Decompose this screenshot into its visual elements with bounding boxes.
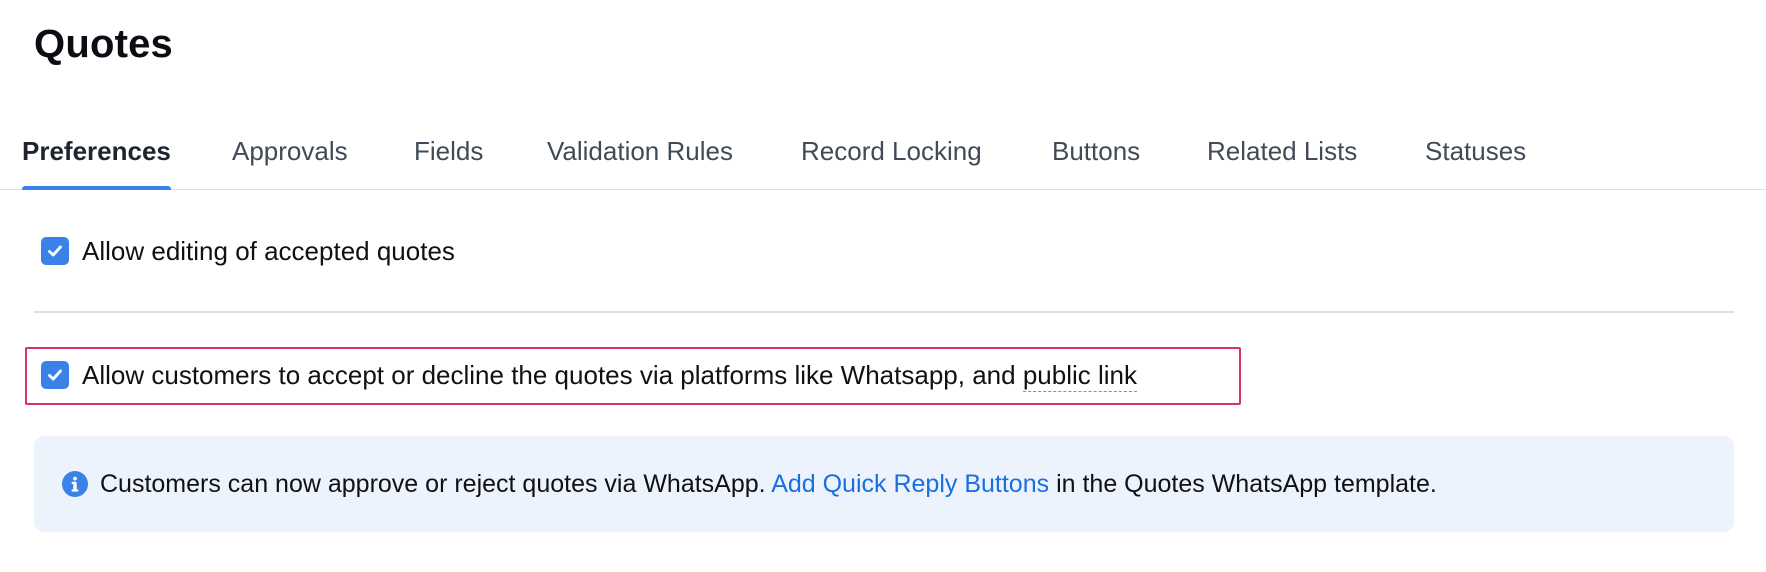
banner-text-before: Customers can now approve or reject quot…: [100, 469, 766, 498]
tab-label: Validation Rules: [547, 136, 733, 166]
info-glyph: [71, 476, 79, 492]
active-tab-indicator: [22, 186, 171, 190]
info-icon: [62, 471, 88, 497]
info-banner-text: Customers can now approve or reject quot…: [100, 470, 1437, 499]
tab-record-locking[interactable]: Record Locking: [801, 136, 982, 190]
checkmark-icon: [48, 369, 62, 381]
public-link-tooltip-trigger[interactable]: public link: [1022, 359, 1137, 392]
allow-customers-setting: Allow customers to accept or decline the…: [41, 359, 1137, 392]
tab-statuses[interactable]: Statuses: [1425, 136, 1526, 190]
tab-validation-rules[interactable]: Validation Rules: [547, 136, 733, 190]
tab-bar: Preferences Approvals Fields Validation …: [0, 124, 1766, 190]
tab-fields[interactable]: Fields: [414, 136, 483, 190]
tab-approvals[interactable]: Approvals: [232, 136, 348, 190]
add-quick-reply-buttons-link[interactable]: Add Quick Reply Buttons: [771, 470, 1049, 498]
allow-editing-label: Allow editing of accepted quotes: [82, 235, 455, 266]
tab-label: Preferences: [22, 136, 171, 166]
page-title: Quotes: [34, 22, 173, 66]
tab-buttons[interactable]: Buttons: [1052, 136, 1140, 190]
tab-label: Approvals: [232, 136, 348, 166]
tab-label: Fields: [414, 136, 484, 166]
tab-preferences[interactable]: Preferences: [22, 136, 171, 190]
tab-label: Related Lists: [1207, 136, 1358, 166]
allow-editing-checkbox[interactable]: [41, 237, 69, 265]
tab-label: Buttons: [1052, 136, 1141, 166]
quotes-settings-page: Quotes Preferences Approvals Fields Vali…: [0, 0, 1766, 572]
tab-related-lists[interactable]: Related Lists: [1207, 136, 1357, 190]
allow-customers-checkbox[interactable]: [41, 361, 69, 389]
tab-label: Record Locking: [801, 136, 982, 166]
checkmark-icon: [48, 245, 62, 257]
banner-text-after: in the Quotes WhatsApp template.: [1056, 469, 1437, 498]
allow-customers-label-text: Allow customers to accept or decline the…: [82, 359, 1023, 390]
allow-editing-setting: Allow editing of accepted quotes: [41, 235, 455, 266]
info-banner: Customers can now approve or reject quot…: [34, 436, 1734, 532]
tab-label: Statuses: [1425, 136, 1527, 166]
section-divider: [34, 311, 1734, 313]
allow-customers-label: Allow customers to accept or decline the…: [82, 359, 1137, 392]
